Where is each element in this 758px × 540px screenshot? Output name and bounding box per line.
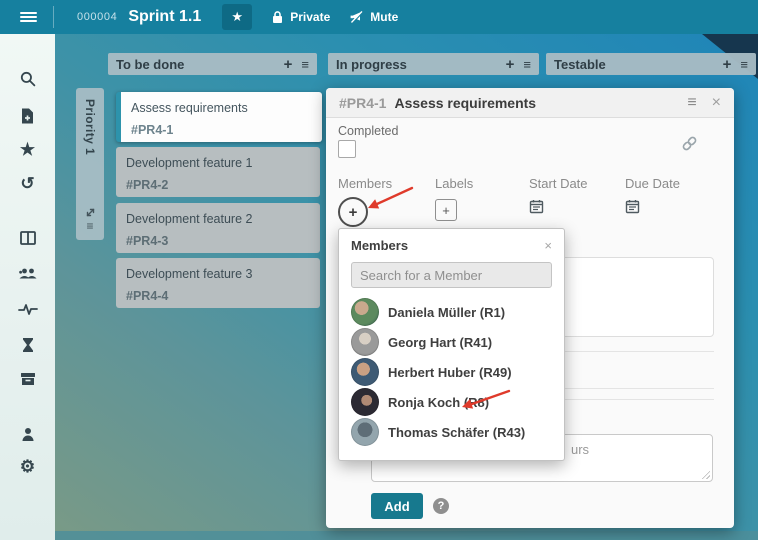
- lock-icon: [273, 11, 283, 23]
- member-list: Daniela Müller (R1) Georg Hart (R41) Her…: [339, 297, 564, 447]
- members-popup-header: Members ×: [339, 229, 564, 259]
- members-field-label: Members: [338, 176, 393, 191]
- card-detail-id: #PR4-1: [339, 94, 387, 111]
- search-icon[interactable]: [0, 70, 55, 92]
- avatar: [351, 298, 379, 326]
- due-date-calendar-icon[interactable]: [625, 199, 640, 219]
- swimlane-drag-handle-icon[interactable]: ≡: [86, 219, 93, 233]
- card-id: #PR4-1: [131, 123, 174, 137]
- avatar: [351, 388, 379, 416]
- column-menu-icon[interactable]: ≡: [740, 57, 748, 72]
- top-bar: 000004 Sprint 1.1 ★ Private Mute: [0, 0, 758, 34]
- column-title: In progress: [336, 56, 407, 72]
- member-row-ronja-koch[interactable]: Ronja Koch (R8): [339, 387, 564, 417]
- card-title: Development feature 1: [126, 156, 253, 170]
- add-button[interactable]: Add: [371, 493, 423, 519]
- board-columns-icon[interactable]: [0, 230, 55, 250]
- member-row-georg-hart[interactable]: Georg Hart (R41): [339, 327, 564, 357]
- star-icon: ★: [231, 9, 244, 24]
- card-id: #PR4-4: [126, 289, 169, 303]
- column-header-testable[interactable]: Testable + ≡: [546, 53, 756, 75]
- private-toggle[interactable]: Private: [271, 10, 330, 24]
- add-card-icon[interactable]: +: [284, 56, 293, 73]
- labels-field-label: Labels: [435, 176, 474, 191]
- resize-handle[interactable]: [701, 470, 710, 479]
- column-header-to-be-done[interactable]: To be done + ≡: [108, 53, 317, 75]
- card-development-feature-3[interactable]: Development feature 3 #PR4-4: [116, 258, 320, 308]
- add-card-icon[interactable]: +: [723, 56, 732, 73]
- plus-icon: +: [348, 203, 358, 221]
- card-title: Development feature 2: [126, 212, 253, 226]
- column-title: To be done: [116, 56, 185, 72]
- private-label: Private: [290, 10, 331, 24]
- star-favorites-icon[interactable]: ★: [0, 141, 55, 158]
- collapse-swimlane-icon[interactable]: [85, 207, 96, 218]
- background-bottom-band: [55, 531, 758, 540]
- close-modal-icon[interactable]: ×: [712, 94, 721, 112]
- archive-icon[interactable]: [0, 371, 55, 391]
- add-label-button[interactable]: +: [435, 199, 457, 221]
- gear-icon[interactable]: ⚙: [0, 458, 55, 475]
- topbar-divider: [53, 6, 54, 28]
- modal-header: #PR4-1 Assess requirements ≡ ×: [326, 88, 734, 118]
- mute-icon: [350, 10, 364, 24]
- avatar: [351, 358, 379, 386]
- activity-pulse-icon[interactable]: [0, 301, 55, 321]
- members-popup: Members × Search for a Member Daniela Mü…: [338, 228, 565, 461]
- close-popup-icon[interactable]: ×: [544, 238, 552, 253]
- mute-toggle[interactable]: Mute: [349, 10, 398, 24]
- users-icon[interactable]: [0, 265, 55, 285]
- card-id: #PR4-2: [126, 178, 169, 192]
- card-assess-requirements[interactable]: Assess requirements #PR4-1: [116, 92, 322, 142]
- swimlane-label: Priority 1: [83, 99, 97, 156]
- column-title: Testable: [554, 56, 606, 72]
- member-search-placeholder: Search for a Member: [360, 267, 483, 283]
- help-icon[interactable]: ?: [433, 498, 449, 514]
- column-menu-icon[interactable]: ≡: [523, 57, 531, 72]
- start-date-calendar-icon[interactable]: [529, 199, 544, 219]
- member-row-thomas-schaefer[interactable]: Thomas Schäfer (R43): [339, 417, 564, 447]
- history-icon[interactable]: ↺: [0, 175, 55, 192]
- card-title: Development feature 3: [126, 267, 253, 281]
- comment-placeholder-fragment: urs: [571, 442, 590, 457]
- plus-icon: +: [442, 202, 450, 218]
- member-row-herbert-huber[interactable]: Herbert Huber (R49): [339, 357, 564, 387]
- person-icon[interactable]: [0, 426, 55, 447]
- avatar: [351, 418, 379, 446]
- avatar: [351, 328, 379, 356]
- card-menu-icon[interactable]: ≡: [687, 94, 696, 112]
- add-member-button[interactable]: +: [338, 197, 368, 227]
- file-plus-icon[interactable]: [0, 107, 55, 129]
- hourglass-icon[interactable]: [0, 336, 55, 358]
- card-detail-title: Assess requirements: [394, 94, 537, 111]
- completed-label: Completed: [338, 124, 399, 138]
- member-row-daniela-mueller[interactable]: Daniela Müller (R1): [339, 297, 564, 327]
- card-id: #PR4-3: [126, 234, 169, 248]
- column-header-in-progress[interactable]: In progress + ≡: [328, 53, 539, 75]
- board-number: 000004: [77, 11, 118, 23]
- completed-checkbox[interactable]: [338, 140, 356, 158]
- star-board-button[interactable]: ★: [222, 4, 253, 30]
- board-title: Sprint 1.1: [128, 8, 202, 25]
- left-sidebar: ★ ↺ ⚙: [0, 34, 55, 540]
- due-date-field-label: Due Date: [625, 176, 680, 191]
- add-card-icon[interactable]: +: [506, 56, 515, 73]
- app-window: 000004 Sprint 1.1 ★ Private Mute ★ ↺ ⚙ T…: [0, 0, 758, 540]
- mute-label: Mute: [370, 10, 399, 24]
- swimlane-priority-1[interactable]: Priority 1 ≡: [76, 88, 104, 240]
- member-search-input[interactable]: Search for a Member: [351, 262, 552, 288]
- start-date-field-label: Start Date: [529, 176, 588, 191]
- members-popup-title: Members: [351, 238, 409, 253]
- card-development-feature-1[interactable]: Development feature 1 #PR4-2: [116, 147, 320, 197]
- link-icon[interactable]: [681, 135, 698, 157]
- menu-hamburger-icon[interactable]: [20, 11, 37, 23]
- column-menu-icon[interactable]: ≡: [301, 57, 309, 72]
- card-title: Assess requirements: [131, 101, 248, 115]
- card-development-feature-2[interactable]: Development feature 2 #PR4-3: [116, 203, 320, 253]
